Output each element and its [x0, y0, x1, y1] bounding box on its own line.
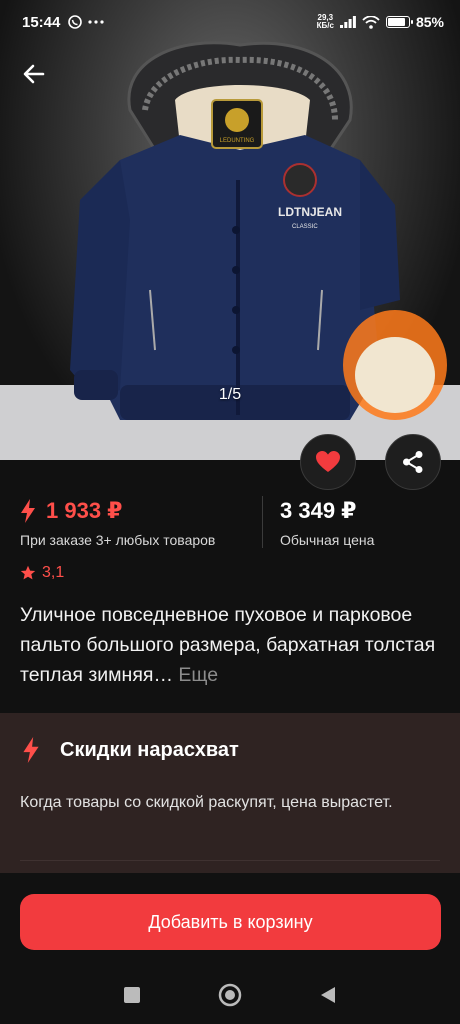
- product-gallery[interactable]: LEDUNTING LDTNJEAN CLASSIC 1/5: [0, 0, 460, 460]
- jacket-photo: LEDUNTING LDTNJEAN CLASSIC: [70, 41, 447, 420]
- deal-text: Когда товары со скидкой раскупят, цена в…: [20, 794, 393, 811]
- star-icon: [20, 565, 36, 580]
- regular-note: Обычная цена: [280, 532, 375, 548]
- regular-price: 3 349 ₽: [280, 498, 357, 523]
- price-row: 1 933 ₽ При заказе 3+ любых товаров 3 34…: [0, 494, 460, 554]
- image-counter: 1/5: [218, 386, 242, 403]
- favorite-button[interactable]: [300, 434, 356, 490]
- share-icon: [403, 451, 423, 473]
- back-nav-icon[interactable]: [320, 986, 336, 1004]
- lightning-icon: [23, 737, 39, 763]
- product-title: Уличное повседневное пуховое и парковое …: [20, 600, 445, 690]
- rating[interactable]: 3,1: [20, 564, 64, 582]
- battery-fill: [387, 18, 405, 26]
- deal-title: Скидки нарасхват: [60, 738, 239, 761]
- rating-value: 3,1: [42, 564, 65, 581]
- net-speed: 29,3 КБ/с: [317, 14, 334, 30]
- battery-icon: [385, 16, 413, 28]
- arrow-left-icon: [23, 64, 45, 84]
- home-icon[interactable]: [218, 983, 242, 1007]
- product-title-text: Уличное повседневное пуховое и парковое …: [20, 604, 436, 686]
- battery-percent: 85%: [415, 14, 444, 30]
- lightning-icon: [21, 499, 35, 523]
- add-to-cart-button[interactable]: Добавить в корзину: [20, 894, 441, 950]
- share-button[interactable]: [385, 434, 441, 490]
- promo-note: При заказе 3+ любых товаров: [20, 532, 216, 548]
- status-time: 15:44: [22, 13, 61, 31]
- promo-price: 1 933 ₽: [46, 498, 123, 523]
- back-button[interactable]: [16, 56, 52, 92]
- promo-price-block: 1 933 ₽ При заказе 3+ любых товаров: [20, 498, 215, 548]
- status-bar: 15:44 29,3 КБ/с 85%: [0, 0, 460, 44]
- wifi-icon: [362, 15, 380, 29]
- price-divider: [262, 496, 263, 548]
- deal-divider: [20, 860, 440, 861]
- whatsapp-icon: [68, 15, 83, 29]
- more-dots-icon: [88, 20, 104, 24]
- recent-apps-icon[interactable]: [124, 987, 140, 1003]
- system-nav-bar: [0, 966, 460, 1024]
- jacket-brand-text: LDTNJEAN: [278, 205, 342, 219]
- heart-icon: [316, 451, 340, 472]
- regular-price-block: 3 349 ₽ Обычная цена: [280, 498, 374, 548]
- signal-icon: [339, 16, 356, 28]
- jacket-patch-text: LEDUNTING: [220, 138, 255, 144]
- net-speed-unit: КБ/с: [316, 21, 334, 30]
- deal-card: Скидки нарасхват Когда товары со скидкой…: [0, 713, 460, 873]
- more-link[interactable]: Еще: [178, 664, 218, 686]
- jacket-brand-sub: CLASSIC: [292, 224, 318, 230]
